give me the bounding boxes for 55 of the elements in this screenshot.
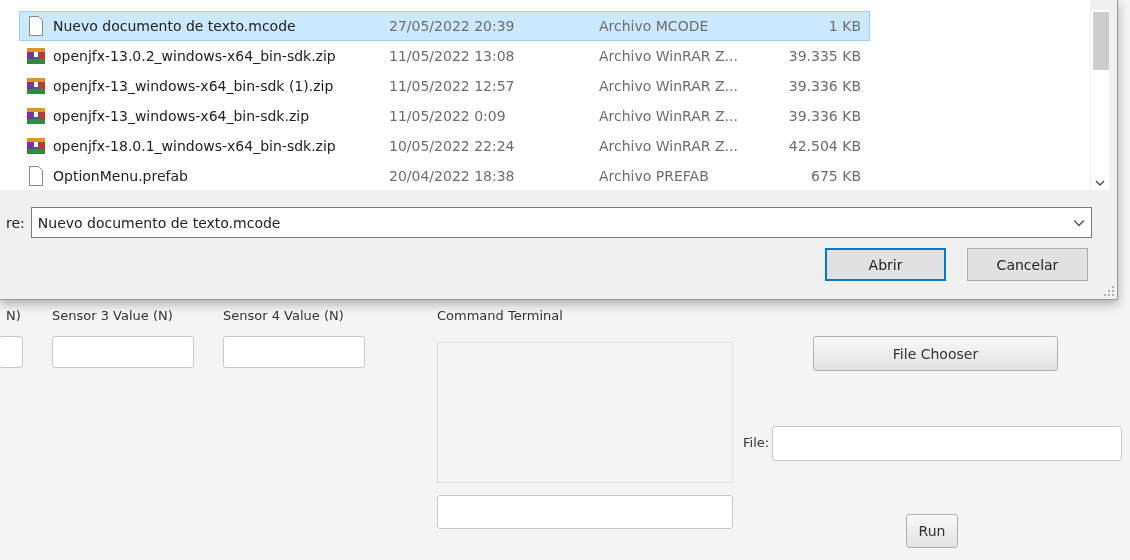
file-date: 11/05/2022 13:08 xyxy=(389,48,516,64)
file-type: Archivo WinRAR Z... xyxy=(599,78,739,94)
document-icon xyxy=(27,16,45,36)
file-row[interactable]: Nuevo documento de texto.mcode 27/05/2022 20:39 Archivo MCODE 1 KB xyxy=(19,11,870,41)
field-label: Sensor 3 Value (N) xyxy=(52,308,174,325)
resize-grip-icon[interactable] xyxy=(1104,286,1114,296)
file-label: File: xyxy=(743,434,770,452)
dialog-button[interactable]: Abrir xyxy=(825,248,946,281)
file-size: 39.336 KB xyxy=(787,78,861,94)
file-type: Archivo WinRAR Z... xyxy=(599,138,739,154)
filename-label: re: xyxy=(6,214,25,231)
value-field[interactable] xyxy=(223,336,365,368)
file-size: 39.335 KB xyxy=(787,48,861,64)
file-name: openjfx-13_windows-x64_bin-sdk (1).zip xyxy=(53,78,335,94)
file-chooser-button[interactable]: File Chooser xyxy=(813,336,1058,371)
field-label: N) xyxy=(6,308,22,325)
run-button[interactable]: Run xyxy=(906,514,958,548)
file-row[interactable]: openjfx-13_windows-x64_bin-sdk.zip 11/05/2022 0:09 Archivo WinRAR Z... 39.336 KB xyxy=(19,101,870,131)
file-type: Archivo PREFAB xyxy=(599,168,710,184)
file-date: 20/04/2022 18:38 xyxy=(389,168,516,184)
file-row[interactable]: OptionMenu.prefab 20/04/2022 18:38 Archivo PREFAB 675 KB xyxy=(19,161,870,191)
command-field[interactable] xyxy=(437,495,733,529)
scroll-down-icon[interactable] xyxy=(1095,178,1105,188)
field-label: Sensor 4 Value (N) xyxy=(223,308,345,325)
terminal-label: Command Terminal xyxy=(437,308,564,325)
file-row[interactable]: openjfx-13.0.2_windows-x64_bin-sdk.zip 11/05/2022 13:08 Archivo WinRAR Z... 39.335 KB xyxy=(19,41,870,71)
file-type: Archivo MCODE xyxy=(599,18,710,34)
file-size: 42.504 KB xyxy=(787,138,861,154)
file-name: openjfx-13_windows-x64_bin-sdk.zip xyxy=(53,108,311,124)
archive-icon xyxy=(27,46,45,66)
file-row[interactable]: openjfx-13_windows-x64_bin-sdk (1).zip 11/05/2022 12:57 Archivo WinRAR Z... 39.336 KB xyxy=(19,71,870,101)
file-row[interactable]: openjfx-18.0.1_windows-x64_bin-sdk.zip 10/05/2022 22:24 Archivo WinRAR Z... 42.504 KB xyxy=(19,131,870,161)
archive-icon xyxy=(27,106,45,126)
dialog-button[interactable]: Cancelar xyxy=(967,248,1088,281)
value-field[interactable] xyxy=(52,336,194,368)
file-name: OptionMenu.prefab xyxy=(53,168,189,184)
archive-icon xyxy=(27,76,45,96)
scrollbar[interactable] xyxy=(1090,10,1109,190)
file-date: 11/05/2022 12:57 xyxy=(389,78,516,94)
file-date: 11/05/2022 0:09 xyxy=(389,108,507,124)
archive-icon xyxy=(27,136,45,156)
file-size: 1 KB xyxy=(827,18,861,34)
file-type: Archivo WinRAR Z... xyxy=(599,108,739,124)
file-size: 675 KB xyxy=(810,168,861,184)
file-field[interactable] xyxy=(772,426,1123,461)
file-size: 39.336 KB xyxy=(787,108,861,124)
value-field[interactable] xyxy=(0,336,23,368)
file-name: openjfx-18.0.1_windows-x64_bin-sdk.zip xyxy=(53,138,337,154)
document-icon xyxy=(27,166,45,186)
file-name: openjfx-13.0.2_windows-x64_bin-sdk.zip xyxy=(53,48,337,64)
file-type: Archivo WinRAR Z... xyxy=(599,48,739,64)
filename-combobox[interactable]: Nuevo documento de texto.mcode xyxy=(30,207,1092,238)
file-date: 10/05/2022 22:24 xyxy=(389,138,516,154)
file-name: Nuevo documento de texto.mcode xyxy=(53,18,297,34)
file-date: 27/05/2022 20:39 xyxy=(389,18,516,34)
